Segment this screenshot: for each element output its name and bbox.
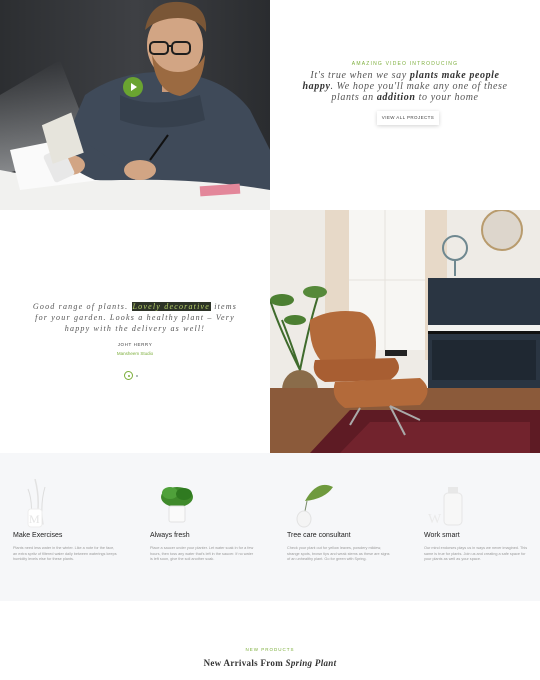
feature-title: Tree care consultant — [287, 532, 351, 539]
play-video-button[interactable] — [123, 77, 143, 97]
feature-description: Our mind endorses plays us in ways we ne… — [424, 546, 528, 562]
intro-kicker: AMAZING VIDEO INTRODUCING — [351, 61, 459, 67]
arrivals-title: New Arrivals From Spring Plant — [0, 658, 540, 668]
feature-title: Make Exercises — [13, 532, 63, 539]
svg-text:W: W — [428, 512, 442, 527]
intro-quote: It's true when we say plants make people… — [295, 70, 515, 103]
testimonial-company: Mansheem Studio — [116, 351, 154, 356]
feature-item: Always fresh Place a saucer under your p… — [150, 453, 260, 601]
svg-text:M: M — [29, 512, 40, 526]
testimonial-text-1: Good range of plants. — [32, 302, 132, 311]
pagination-dot[interactable] — [136, 374, 138, 377]
testimonial-quote: Good range of plants. Lovely decorative … — [25, 301, 245, 334]
arrivals-title-emphasis: Spring Plant — [285, 658, 337, 668]
video-intro-section: AMAZING VIDEO INTRODUCING It's true when… — [270, 0, 540, 210]
feature-item: M Make Exercises Plants need less water … — [13, 453, 123, 601]
man-working-photo — [0, 0, 270, 210]
potted-plant-icon — [161, 487, 193, 523]
arrivals-kicker: NEW PRODUCTS — [245, 647, 295, 652]
new-arrivals-section: NEW PRODUCTS New Arrivals From Spring Pl… — [0, 601, 540, 680]
feature-title: Work smart — [424, 532, 460, 539]
intro-quote-text-1: It's true when we say — [310, 70, 410, 81]
intro-quote-text-3: to your home — [415, 92, 479, 103]
intro-quote-emphasis-2: addition — [376, 92, 416, 103]
pagination-dot-active[interactable] — [124, 371, 133, 380]
room-interior-illustration — [270, 210, 540, 453]
view-all-projects-button[interactable]: VIEW ALL PROJECTS — [377, 111, 439, 125]
leaf-vase-icon — [296, 484, 333, 528]
bottle-icon: W — [428, 487, 463, 527]
testimonial-author: JOHT HERRY — [117, 342, 153, 347]
living-room-photo — [270, 210, 540, 453]
feature-title: Always fresh — [150, 532, 190, 539]
feature-description: Place a saucer under your planter. Let w… — [150, 546, 254, 562]
testimonial-highlight: Lovely decorative — [131, 302, 212, 311]
testimonial-section: Good range of plants. Lovely decorative … — [0, 210, 270, 453]
feature-description: Plants need less water in the winter. Li… — [13, 546, 117, 562]
vase-icon: M — [27, 479, 46, 528]
hero-video-thumbnail — [0, 0, 270, 210]
feature-description: Check your plant out for yellow leaves, … — [287, 546, 390, 562]
feature-item: Tree care consultant Check your plant ou… — [287, 453, 397, 601]
feature-item: W Work smart Our mind endorses plays us … — [424, 453, 534, 601]
features-section: M Make Exercises Plants need less water … — [0, 453, 540, 601]
arrivals-title-text: New Arrivals From — [203, 658, 286, 668]
